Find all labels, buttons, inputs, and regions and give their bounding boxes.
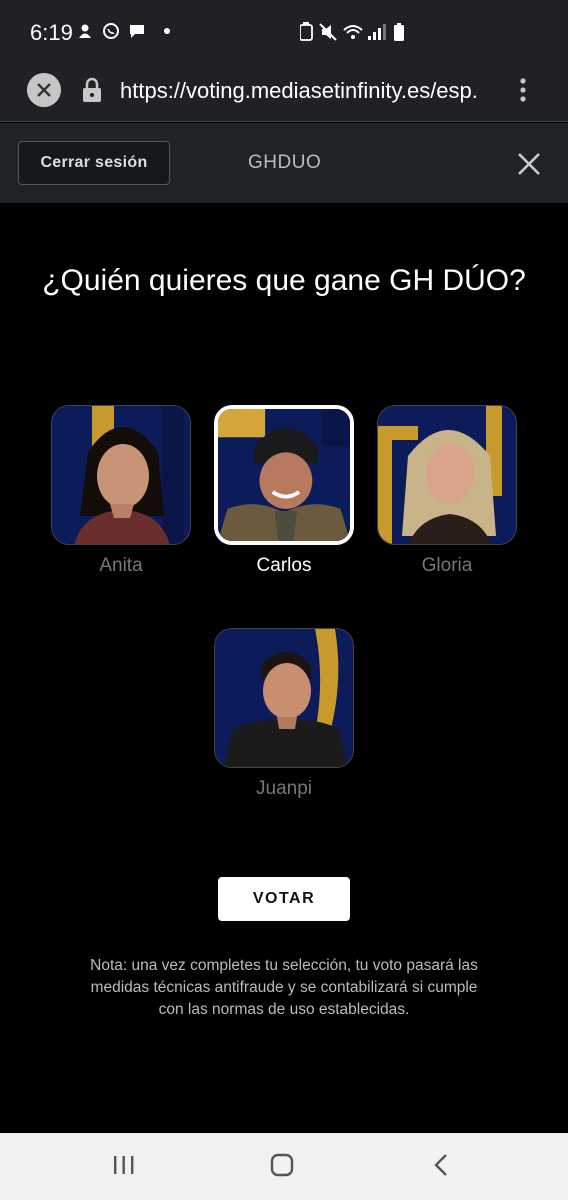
candidate-photo[interactable] <box>51 405 191 545</box>
notification-icons <box>76 22 170 40</box>
more-notifications-dot <box>164 28 170 34</box>
candidate-name: Gloria <box>421 555 473 576</box>
message-icon <box>130 25 144 38</box>
candidate-carlos[interactable]: Carlos <box>214 405 354 577</box>
status-time: 6:19 <box>30 20 73 45</box>
back-icon[interactable] <box>430 1153 454 1177</box>
signal-icon <box>368 24 386 40</box>
candidate-name: Juanpi <box>256 778 312 799</box>
status-bar: 6:19 <box>0 0 568 62</box>
battery-icon <box>394 23 404 41</box>
wifi-icon <box>343 25 363 39</box>
more-options-icon[interactable] <box>518 76 528 104</box>
candidate-name: Anita <box>99 555 143 576</box>
system-icons <box>299 22 430 47</box>
app-header: Cerrar sesión GHDUO <box>0 123 568 203</box>
candidate-anita[interactable]: Anita <box>51 405 191 577</box>
candidate-photo[interactable] <box>214 405 354 545</box>
close-tab-button[interactable] <box>27 73 61 107</box>
close-icon[interactable] <box>514 149 544 179</box>
disclaimer-note: Nota: una vez completes tu selección, tu… <box>90 957 478 1018</box>
candidate-photo[interactable] <box>377 405 517 545</box>
portrait-image <box>218 409 350 541</box>
logout-button[interactable]: Cerrar sesión <box>18 141 170 185</box>
portrait-image <box>378 406 516 544</box>
whatsapp-icon <box>103 23 119 39</box>
candidate-juanpi[interactable]: Juanpi <box>214 628 354 800</box>
portrait-image <box>52 406 190 544</box>
browser-url-bar: https://voting.mediasetinfinity.es/esp. <box>0 62 568 122</box>
candidate-name: Carlos <box>256 555 312 576</box>
app-notification-icon <box>79 24 91 38</box>
mute-icon <box>319 23 337 41</box>
url-text[interactable]: https://voting.mediasetinfinity.es/esp. <box>120 78 492 104</box>
page-title: ¿Quién quieres que gane GH DÚO? <box>42 264 526 297</box>
app-title: GHDUO <box>248 152 322 173</box>
home-icon[interactable] <box>270 1153 294 1177</box>
vote-button[interactable]: VOTAR <box>218 877 350 921</box>
lock-icon <box>83 77 101 102</box>
candidate-photo[interactable] <box>214 628 354 768</box>
candidate-gloria[interactable]: Gloria <box>377 405 517 577</box>
portrait-image <box>215 629 353 767</box>
recent-apps-icon[interactable] <box>112 1153 136 1177</box>
system-nav-bar <box>0 1133 568 1200</box>
battery-saver-icon <box>299 22 313 41</box>
